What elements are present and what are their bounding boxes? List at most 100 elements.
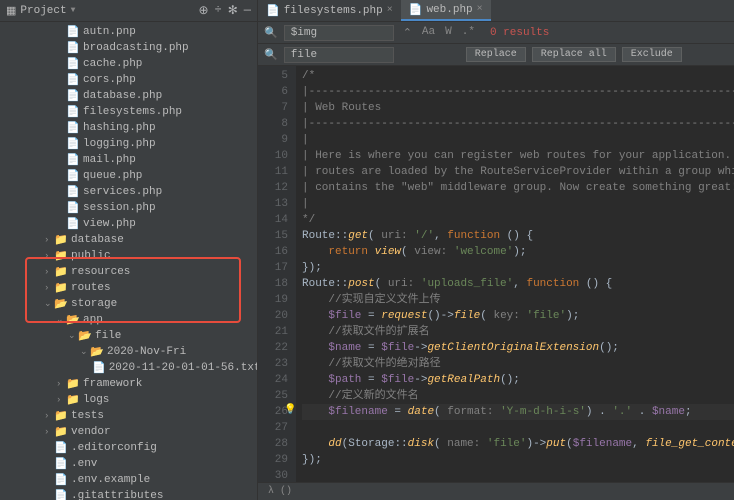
editor-tabs: 📄filesystems.php×📄web.php× [258, 0, 734, 22]
prev-occurrence[interactable]: ⌃ [400, 26, 415, 40]
chevron-icon[interactable]: › [44, 411, 54, 421]
code-content[interactable]: /*|-------------------------------------… [296, 66, 734, 482]
tree-item-label: cache.php [83, 58, 142, 70]
code-editor[interactable]: 5678910111213141516171819202122232425262… [258, 66, 734, 482]
tree-item[interactable]: 📄filesystems.php [0, 104, 257, 120]
breadcrumb[interactable]: λ () [258, 482, 734, 500]
settings-icon[interactable]: ✻ [228, 3, 238, 18]
code-line[interactable]: }); [302, 452, 734, 468]
line-number: 19 [258, 292, 288, 308]
code-line[interactable]: | Web Routes [302, 100, 734, 116]
code-line[interactable]: Route::get( uri: '/', function () { [302, 228, 734, 244]
sidebar-title[interactable]: ▦ Project ▼ [6, 4, 75, 18]
tree-item[interactable]: 📄autn.pnp [0, 24, 257, 40]
close-icon[interactable]: × [387, 5, 393, 16]
code-line[interactable]: | contains the "web" middleware group. N… [302, 180, 734, 196]
tree-item[interactable]: 📄session.php [0, 200, 257, 216]
code-line[interactable]: //获取文件的绝对路径 [302, 356, 734, 372]
tree-item[interactable]: 📄services.php [0, 184, 257, 200]
tree-item-label: cors.php [83, 74, 136, 86]
code-line[interactable]: //定义新的文件名 [302, 388, 734, 404]
code-line[interactable]: //实现自定义文件上传 [302, 292, 734, 308]
code-line[interactable]: | [302, 132, 734, 148]
find-input[interactable] [284, 25, 394, 41]
code-line[interactable]: return view( view: 'welcome'); [302, 244, 734, 260]
replace-input[interactable] [284, 47, 394, 63]
tab-label: web.php [426, 4, 472, 16]
replace-button[interactable]: Replace [466, 47, 526, 62]
tree-item[interactable]: ›📁routes [0, 280, 257, 296]
tree-item[interactable]: ⌄📂2020-Nov-Fri [0, 344, 257, 360]
code-line[interactable]: $filename = date( format: 'Y-m-d-h-i-s')… [302, 404, 734, 420]
words[interactable]: W [442, 26, 455, 40]
tree-item[interactable]: 📄2020-11-20-01-01-56.txt [0, 360, 257, 376]
line-gutter: 5678910111213141516171819202122232425262… [258, 66, 296, 482]
tree-item[interactable]: ›📁framework [0, 376, 257, 392]
hide-icon[interactable]: — [244, 3, 251, 18]
chevron-icon[interactable]: › [44, 283, 54, 293]
code-line[interactable]: $name = $file->getClientOriginalExtensio… [302, 340, 734, 356]
code-line[interactable] [302, 420, 734, 436]
tree-item[interactable]: 📄hashing.php [0, 120, 257, 136]
tree-item[interactable]: 📄.env.example [0, 472, 257, 488]
tree-item[interactable]: 📄broadcasting.php [0, 40, 257, 56]
tree-item[interactable]: 📄.env [0, 456, 257, 472]
code-line[interactable]: //获取文件的扩展名 [302, 324, 734, 340]
chevron-icon[interactable]: › [56, 379, 66, 389]
replace-all-button[interactable]: Replace all [532, 47, 616, 62]
tree-item[interactable]: 📄cache.php [0, 56, 257, 72]
exclude-button[interactable]: Exclude [622, 47, 682, 62]
tree-item[interactable]: 📄.editorconfig [0, 440, 257, 456]
code-line[interactable]: $path = $file->getRealPath(); [302, 372, 734, 388]
chevron-icon[interactable]: ⌄ [80, 347, 90, 357]
tree-item[interactable]: 📄logging.php [0, 136, 257, 152]
tree-item[interactable]: 📄mail.php [0, 152, 257, 168]
code-line[interactable]: /* [302, 68, 734, 84]
intention-bulb-icon[interactable]: 💡 [284, 404, 296, 416]
expand-icon[interactable]: ÷ [215, 3, 222, 18]
code-line[interactable]: }); [302, 260, 734, 276]
code-line[interactable]: |---------------------------------------… [302, 84, 734, 100]
tree-item-label: .env.example [71, 474, 150, 486]
tree-item-label: logging.php [83, 138, 156, 150]
project-tree[interactable]: 📄autn.pnp📄broadcasting.php📄cache.php📄cor… [0, 22, 257, 500]
code-line[interactable]: | Here is where you can register web rou… [302, 148, 734, 164]
tree-item[interactable]: ⌄📂file [0, 328, 257, 344]
code-line[interactable]: */ [302, 212, 734, 228]
chevron-icon[interactable]: › [44, 427, 54, 437]
tree-item[interactable]: ›📁vendor [0, 424, 257, 440]
tree-item[interactable]: ›📁tests [0, 408, 257, 424]
close-icon[interactable]: × [477, 4, 483, 15]
tree-item[interactable]: 📄queue.php [0, 168, 257, 184]
chevron-icon[interactable]: ⌄ [68, 331, 78, 341]
tree-item[interactable]: 📄cors.php [0, 72, 257, 88]
code-line[interactable]: | routes are loaded by the RouteServiceP… [302, 164, 734, 180]
tree-item[interactable]: ›📁logs [0, 392, 257, 408]
match-case[interactable]: Aa [419, 26, 438, 40]
target-icon[interactable]: ⊕ [198, 3, 208, 18]
line-number: 7 [258, 100, 288, 116]
code-line[interactable]: Route::post( uri: 'uploads_file', functi… [302, 276, 734, 292]
code-line[interactable] [302, 468, 734, 482]
tree-item[interactable]: ⌄📂app [0, 312, 257, 328]
code-line[interactable]: dd(Storage::disk( name: 'file')->put($fi… [302, 436, 734, 452]
code-line[interactable]: | [302, 196, 734, 212]
chevron-icon[interactable]: › [44, 267, 54, 277]
tree-item[interactable]: 📄.gitattributes [0, 488, 257, 500]
chevron-icon[interactable]: ⌄ [44, 299, 54, 309]
tree-item[interactable]: ›📁database [0, 232, 257, 248]
tree-item[interactable]: ›📁public [0, 248, 257, 264]
code-line[interactable]: $file = request()->file( key: 'file'); [302, 308, 734, 324]
code-line[interactable]: |---------------------------------------… [302, 116, 734, 132]
regex[interactable]: .* [459, 26, 478, 40]
chevron-icon[interactable]: ⌄ [56, 315, 66, 325]
editor-tab[interactable]: 📄filesystems.php× [258, 0, 401, 21]
tree-item[interactable]: 📄view.php [0, 216, 257, 232]
chevron-icon[interactable]: › [44, 251, 54, 261]
tree-item[interactable]: ⌄📂storage [0, 296, 257, 312]
tree-item[interactable]: ›📁resources [0, 264, 257, 280]
chevron-icon[interactable]: › [44, 235, 54, 245]
tree-item[interactable]: 📄database.php [0, 88, 257, 104]
chevron-icon[interactable]: › [56, 395, 66, 405]
editor-tab[interactable]: 📄web.php× [401, 0, 491, 21]
